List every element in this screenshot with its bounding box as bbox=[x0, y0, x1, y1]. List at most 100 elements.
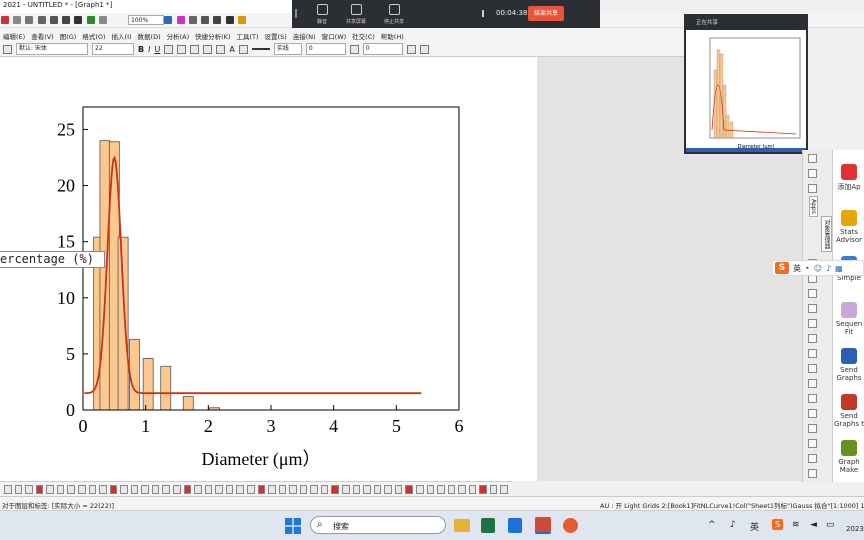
strip-tool-icon[interactable] bbox=[808, 379, 817, 388]
ime-punct-icon[interactable]: • bbox=[805, 264, 810, 273]
histogram-bar-1[interactable] bbox=[99, 140, 111, 411]
object-manager-tab[interactable]: 对象管理器 bbox=[821, 216, 832, 252]
apps-vertical-tab[interactable]: Apps bbox=[809, 196, 818, 217]
grid-icon[interactable] bbox=[406, 44, 416, 54]
taskbar-search[interactable]: ⌕ 搜索 bbox=[310, 516, 446, 534]
print-icon[interactable] bbox=[98, 16, 107, 24]
strip-tool-icon[interactable] bbox=[808, 319, 817, 328]
fill-select[interactable]: 0 bbox=[362, 43, 403, 55]
excel-icon[interactable] bbox=[481, 518, 495, 533]
strip-tool-icon[interactable] bbox=[808, 304, 817, 313]
bottom-tool-icon[interactable] bbox=[194, 485, 202, 494]
bottom-tool-icon[interactable] bbox=[25, 485, 33, 494]
bottom-tool-icon[interactable] bbox=[35, 485, 44, 494]
strip-tool-icon[interactable] bbox=[808, 364, 817, 373]
x-axis-label[interactable]: Diameter (μm） bbox=[201, 449, 320, 470]
end-share-button[interactable]: 结束共享 bbox=[528, 6, 564, 21]
bottom-tool-icon[interactable] bbox=[426, 485, 435, 494]
bottom-tool-icon[interactable] bbox=[268, 485, 276, 494]
line-width-select[interactable]: 0 bbox=[305, 43, 346, 55]
menu-item-7[interactable]: 快捷分析(K) bbox=[192, 31, 233, 41]
menu-item-0[interactable]: 编辑(E) bbox=[0, 31, 28, 41]
strip-tool-icon[interactable] bbox=[808, 439, 817, 448]
superscript-icon[interactable] bbox=[164, 44, 174, 54]
command-window-icon[interactable] bbox=[201, 16, 210, 24]
ime-toolbar[interactable]: S 英 • ☺ ♪ ▦ bbox=[772, 260, 864, 276]
bottom-tool-icon[interactable] bbox=[479, 485, 487, 494]
meeting-app-icon[interactable] bbox=[563, 518, 578, 533]
save-icon[interactable] bbox=[62, 16, 71, 24]
pattern-icon[interactable] bbox=[349, 44, 359, 54]
bottom-tool-icon[interactable] bbox=[56, 485, 65, 494]
bottom-tool-icon[interactable] bbox=[310, 485, 318, 494]
strip-tool-icon[interactable] bbox=[808, 469, 817, 478]
results-log-icon[interactable] bbox=[188, 16, 197, 24]
ime-language[interactable]: 英 bbox=[793, 263, 801, 274]
layer-arrange-icon[interactable] bbox=[419, 44, 429, 54]
bottom-tool-icon[interactable] bbox=[120, 485, 128, 494]
bottom-tool-icon[interactable] bbox=[257, 485, 266, 494]
start-button[interactable] bbox=[285, 518, 301, 534]
app-item-4[interactable]: Send Graphs bbox=[833, 348, 864, 382]
zoom-select[interactable]: 100% bbox=[128, 15, 164, 25]
bottom-tool-icon[interactable] bbox=[151, 485, 160, 494]
bottom-tool-icon[interactable] bbox=[141, 485, 149, 494]
bottom-tool-icon[interactable] bbox=[46, 485, 54, 494]
bottom-tool-icon[interactable] bbox=[77, 485, 86, 494]
bottom-tool-icon[interactable] bbox=[373, 485, 382, 494]
ime-keyboard-icon[interactable]: ▦ bbox=[835, 264, 843, 273]
bottom-tool-icon[interactable] bbox=[4, 485, 12, 494]
tray-volume-icon[interactable]: ◄ bbox=[810, 520, 817, 530]
ime-emoji-icon[interactable]: ☺ bbox=[814, 264, 822, 273]
histogram-bar-3[interactable] bbox=[117, 236, 129, 411]
share-preview-window[interactable]: 正在共享 Diameter (μm) bbox=[684, 14, 808, 154]
font-name-select[interactable]: 默认: 宋体 bbox=[16, 43, 88, 55]
bottom-tool-icon[interactable] bbox=[278, 485, 287, 494]
app-item-0[interactable]: 添加Ap bbox=[833, 164, 864, 192]
strip-tool-icon[interactable] bbox=[808, 454, 817, 463]
menu-item-1[interactable]: 查看(V) bbox=[28, 31, 57, 41]
line-style-select[interactable]: 实线 bbox=[273, 43, 302, 55]
strip-tool-icon[interactable] bbox=[808, 184, 817, 193]
menu-item-5[interactable]: 数据(D) bbox=[135, 31, 164, 41]
bottom-tool-icon[interactable] bbox=[500, 485, 508, 494]
mute-button[interactable]: 静音 bbox=[306, 4, 338, 25]
strip-tool-icon[interactable] bbox=[808, 424, 817, 433]
subscript-icon[interactable] bbox=[177, 44, 187, 54]
save-template-icon[interactable] bbox=[74, 16, 83, 24]
align-icon[interactable] bbox=[238, 44, 248, 54]
tray-date[interactable]: 2023 bbox=[846, 525, 864, 533]
strip-tool-icon[interactable] bbox=[808, 334, 817, 343]
greek-icon[interactable] bbox=[190, 44, 200, 54]
layer-icon[interactable] bbox=[164, 16, 173, 24]
menu-item-13[interactable]: 帮助(H) bbox=[378, 31, 407, 41]
bottom-tool-icon[interactable] bbox=[14, 485, 23, 494]
strip-tool-icon[interactable] bbox=[808, 349, 817, 358]
app-item-6[interactable]: Graph Make bbox=[833, 440, 864, 474]
font-color-icon[interactable]: A bbox=[229, 45, 234, 54]
bottom-tool-icon[interactable] bbox=[447, 485, 456, 494]
origin-icon[interactable] bbox=[535, 517, 551, 534]
menu-item-8[interactable]: 工具(T) bbox=[233, 31, 261, 41]
menu-item-4[interactable]: 插入(I) bbox=[109, 31, 135, 41]
line-color-icon[interactable] bbox=[216, 44, 226, 54]
bottom-tool-icon[interactable] bbox=[173, 485, 181, 494]
bottom-tool-icon[interactable] bbox=[236, 485, 244, 494]
bold-icon[interactable]: B bbox=[138, 45, 144, 54]
font-size-select[interactable]: 22 bbox=[92, 43, 134, 55]
bottom-tool-icon[interactable] bbox=[415, 485, 424, 494]
new-workbook-icon[interactable] bbox=[25, 16, 34, 24]
histogram-bar-5[interactable] bbox=[142, 357, 154, 411]
messages-icon[interactable] bbox=[225, 16, 234, 24]
new-matrix-icon[interactable] bbox=[49, 16, 58, 24]
new-graph-icon[interactable] bbox=[37, 16, 46, 24]
bottom-tool-icon[interactable] bbox=[289, 485, 297, 494]
bottom-tool-icon[interactable] bbox=[384, 485, 392, 494]
menu-item-6[interactable]: 分析(A) bbox=[164, 31, 193, 41]
strip-tool-icon[interactable] bbox=[808, 394, 817, 403]
graph-page[interactable]: 0 1 2 3 4 5 6 0 5 10 15 20 25 Diameter (μm） bbox=[0, 57, 537, 481]
bottom-tool-icon[interactable] bbox=[183, 485, 192, 494]
bottom-tool-icon[interactable] bbox=[405, 485, 413, 494]
app-item-3[interactable]: Sequen Fit bbox=[833, 302, 864, 336]
menu-item-2[interactable]: 图(G) bbox=[57, 31, 80, 41]
